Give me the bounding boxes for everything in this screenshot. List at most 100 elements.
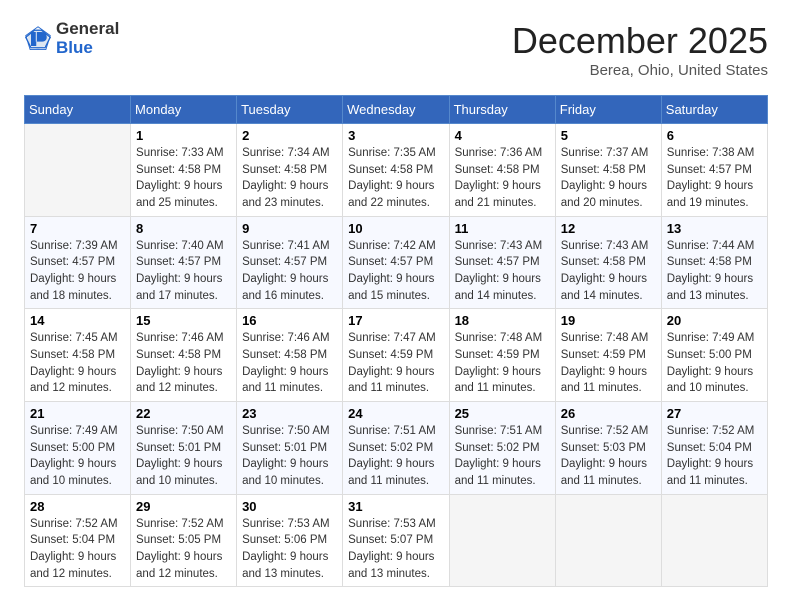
day-number: 18 bbox=[455, 313, 550, 328]
calendar-cell: 4 Sunrise: 7:36 AMSunset: 4:58 PMDaylight… bbox=[449, 124, 555, 217]
calendar-cell: 31Sunrise: 7:53 AMSunset: 5:07 PMDayligh… bbox=[343, 494, 449, 587]
day-info: Sunrise: 7:39 AMSunset: 4:57 PMDaylight:… bbox=[30, 238, 125, 305]
day-info: Sunrise: 7:43 AMSunset: 4:57 PMDaylight:… bbox=[455, 238, 550, 305]
calendar-cell: 21 Sunrise: 7:49 AMSunset: 5:00 PMDayligh… bbox=[25, 402, 131, 495]
day-number: 9 bbox=[242, 221, 337, 236]
logo-general: General bbox=[56, 19, 119, 38]
day-info: Sunrise: 7:50 AMSunset: 5:01 PMDaylight:… bbox=[242, 423, 337, 490]
day-info: Sunrise: 7:43 AMSunset: 4:58 PMDaylight:… bbox=[561, 238, 656, 305]
calendar-cell: 8 Sunrise: 7:40 AMSunset: 4:57 PMDaylight… bbox=[131, 216, 237, 309]
day-info: Sunrise: 7:36 AMSunset: 4:58 PMDaylight:… bbox=[455, 145, 550, 212]
day-number: 30 bbox=[242, 499, 337, 514]
weekday-monday: Monday bbox=[131, 96, 237, 124]
day-info: Sunrise: 7:41 AMSunset: 4:57 PMDaylight:… bbox=[242, 238, 337, 305]
day-number: 17 bbox=[348, 313, 443, 328]
calendar-cell bbox=[25, 124, 131, 217]
day-number: 6 bbox=[667, 128, 762, 143]
calendar-cell: 2 Sunrise: 7:34 AMSunset: 4:58 PMDaylight… bbox=[237, 124, 343, 217]
day-info: Sunrise: 7:33 AMSunset: 4:58 PMDaylight:… bbox=[136, 145, 231, 212]
day-number: 21 bbox=[30, 406, 125, 421]
calendar-cell: 12Sunrise: 7:43 AMSunset: 4:58 PMDayligh… bbox=[555, 216, 661, 309]
day-info: Sunrise: 7:52 AMSunset: 5:04 PMDaylight:… bbox=[30, 516, 125, 583]
calendar-week-3: 14 Sunrise: 7:45 AMSunset: 4:58 PMDayligh… bbox=[25, 309, 768, 402]
day-number: 23 bbox=[242, 406, 337, 421]
day-info: Sunrise: 7:53 AMSunset: 5:06 PMDaylight:… bbox=[242, 516, 337, 583]
day-info: Sunrise: 7:38 AMSunset: 4:57 PMDaylight:… bbox=[667, 145, 762, 212]
month-title: December 2025 bbox=[512, 20, 768, 62]
day-info: Sunrise: 7:50 AMSunset: 5:01 PMDaylight:… bbox=[136, 423, 231, 490]
calendar-cell: 15Sunrise: 7:46 AMSunset: 4:58 PMDayligh… bbox=[131, 309, 237, 402]
day-info: Sunrise: 7:51 AMSunset: 5:02 PMDaylight:… bbox=[348, 423, 443, 490]
calendar-week-1: 1 Sunrise: 7:33 AMSunset: 4:58 PMDaylight… bbox=[25, 124, 768, 217]
calendar-cell bbox=[661, 494, 767, 587]
day-number: 3 bbox=[348, 128, 443, 143]
day-info: Sunrise: 7:40 AMSunset: 4:57 PMDaylight:… bbox=[136, 238, 231, 305]
day-info: Sunrise: 7:46 AMSunset: 4:58 PMDaylight:… bbox=[242, 330, 337, 397]
calendar-cell: 30 Sunrise: 7:53 AMSunset: 5:06 PMDayligh… bbox=[237, 494, 343, 587]
day-number: 28 bbox=[30, 499, 125, 514]
calendar-cell: 1 Sunrise: 7:33 AMSunset: 4:58 PMDaylight… bbox=[131, 124, 237, 217]
location: Berea, Ohio, United States bbox=[512, 62, 768, 79]
page-header: General Blue December 2025 Berea, Ohio, … bbox=[24, 20, 768, 79]
day-info: Sunrise: 7:52 AMSunset: 5:03 PMDaylight:… bbox=[561, 423, 656, 490]
logo: General Blue bbox=[24, 20, 119, 57]
calendar-cell: 27Sunrise: 7:52 AMSunset: 5:04 PMDayligh… bbox=[661, 402, 767, 495]
calendar-cell: 5 Sunrise: 7:37 AMSunset: 4:58 PMDaylight… bbox=[555, 124, 661, 217]
day-info: Sunrise: 7:49 AMSunset: 5:00 PMDaylight:… bbox=[30, 423, 125, 490]
day-info: Sunrise: 7:45 AMSunset: 4:58 PMDaylight:… bbox=[30, 330, 125, 397]
day-number: 8 bbox=[136, 221, 231, 236]
logo-blue: Blue bbox=[56, 38, 93, 57]
day-number: 2 bbox=[242, 128, 337, 143]
day-number: 31 bbox=[348, 499, 443, 514]
weekday-header-row: SundayMondayTuesdayWednesdayThursdayFrid… bbox=[25, 96, 768, 124]
day-number: 11 bbox=[455, 221, 550, 236]
day-info: Sunrise: 7:34 AMSunset: 4:58 PMDaylight:… bbox=[242, 145, 337, 212]
calendar-cell: 6 Sunrise: 7:38 AMSunset: 4:57 PMDaylight… bbox=[661, 124, 767, 217]
weekday-wednesday: Wednesday bbox=[343, 96, 449, 124]
calendar-week-5: 28 Sunrise: 7:52 AMSunset: 5:04 PMDayligh… bbox=[25, 494, 768, 587]
calendar-cell: 3 Sunrise: 7:35 AMSunset: 4:58 PMDaylight… bbox=[343, 124, 449, 217]
calendar-cell: 20 Sunrise: 7:49 AMSunset: 5:00 PMDayligh… bbox=[661, 309, 767, 402]
day-number: 27 bbox=[667, 406, 762, 421]
title-block: December 2025 Berea, Ohio, United States bbox=[512, 20, 768, 79]
calendar-cell: 29 Sunrise: 7:52 AMSunset: 5:05 PMDayligh… bbox=[131, 494, 237, 587]
day-number: 29 bbox=[136, 499, 231, 514]
day-number: 13 bbox=[667, 221, 762, 236]
calendar-cell: 28 Sunrise: 7:52 AMSunset: 5:04 PMDayligh… bbox=[25, 494, 131, 587]
day-info: Sunrise: 7:46 AMSunset: 4:58 PMDaylight:… bbox=[136, 330, 231, 397]
calendar-week-2: 7Sunrise: 7:39 AMSunset: 4:57 PMDaylight… bbox=[25, 216, 768, 309]
day-number: 16 bbox=[242, 313, 337, 328]
day-info: Sunrise: 7:52 AMSunset: 5:05 PMDaylight:… bbox=[136, 516, 231, 583]
calendar-cell: 24Sunrise: 7:51 AMSunset: 5:02 PMDayligh… bbox=[343, 402, 449, 495]
calendar-cell: 9 Sunrise: 7:41 AMSunset: 4:57 PMDaylight… bbox=[237, 216, 343, 309]
calendar-cell: 11 Sunrise: 7:43 AMSunset: 4:57 PMDayligh… bbox=[449, 216, 555, 309]
day-number: 20 bbox=[667, 313, 762, 328]
weekday-saturday: Saturday bbox=[661, 96, 767, 124]
calendar-cell bbox=[449, 494, 555, 587]
calendar-table: SundayMondayTuesdayWednesdayThursdayFrid… bbox=[24, 95, 768, 587]
day-number: 10 bbox=[348, 221, 443, 236]
calendar-cell: 23 Sunrise: 7:50 AMSunset: 5:01 PMDayligh… bbox=[237, 402, 343, 495]
day-info: Sunrise: 7:49 AMSunset: 5:00 PMDaylight:… bbox=[667, 330, 762, 397]
calendar-cell: 18Sunrise: 7:48 AMSunset: 4:59 PMDayligh… bbox=[449, 309, 555, 402]
day-info: Sunrise: 7:37 AMSunset: 4:58 PMDaylight:… bbox=[561, 145, 656, 212]
calendar-cell: 17 Sunrise: 7:47 AMSunset: 4:59 PMDayligh… bbox=[343, 309, 449, 402]
day-info: Sunrise: 7:47 AMSunset: 4:59 PMDaylight:… bbox=[348, 330, 443, 397]
day-info: Sunrise: 7:35 AMSunset: 4:58 PMDaylight:… bbox=[348, 145, 443, 212]
day-number: 1 bbox=[136, 128, 231, 143]
day-number: 22 bbox=[136, 406, 231, 421]
weekday-thursday: Thursday bbox=[449, 96, 555, 124]
calendar-cell: 19Sunrise: 7:48 AMSunset: 4:59 PMDayligh… bbox=[555, 309, 661, 402]
day-number: 4 bbox=[455, 128, 550, 143]
calendar-cell bbox=[555, 494, 661, 587]
logo-text: General Blue bbox=[56, 20, 119, 57]
day-number: 19 bbox=[561, 313, 656, 328]
day-number: 5 bbox=[561, 128, 656, 143]
calendar-week-4: 21 Sunrise: 7:49 AMSunset: 5:00 PMDayligh… bbox=[25, 402, 768, 495]
calendar-cell: 7Sunrise: 7:39 AMSunset: 4:57 PMDaylight… bbox=[25, 216, 131, 309]
day-number: 14 bbox=[30, 313, 125, 328]
calendar-cell: 25Sunrise: 7:51 AMSunset: 5:02 PMDayligh… bbox=[449, 402, 555, 495]
day-info: Sunrise: 7:44 AMSunset: 4:58 PMDaylight:… bbox=[667, 238, 762, 305]
logo-icon bbox=[24, 25, 52, 53]
day-number: 26 bbox=[561, 406, 656, 421]
